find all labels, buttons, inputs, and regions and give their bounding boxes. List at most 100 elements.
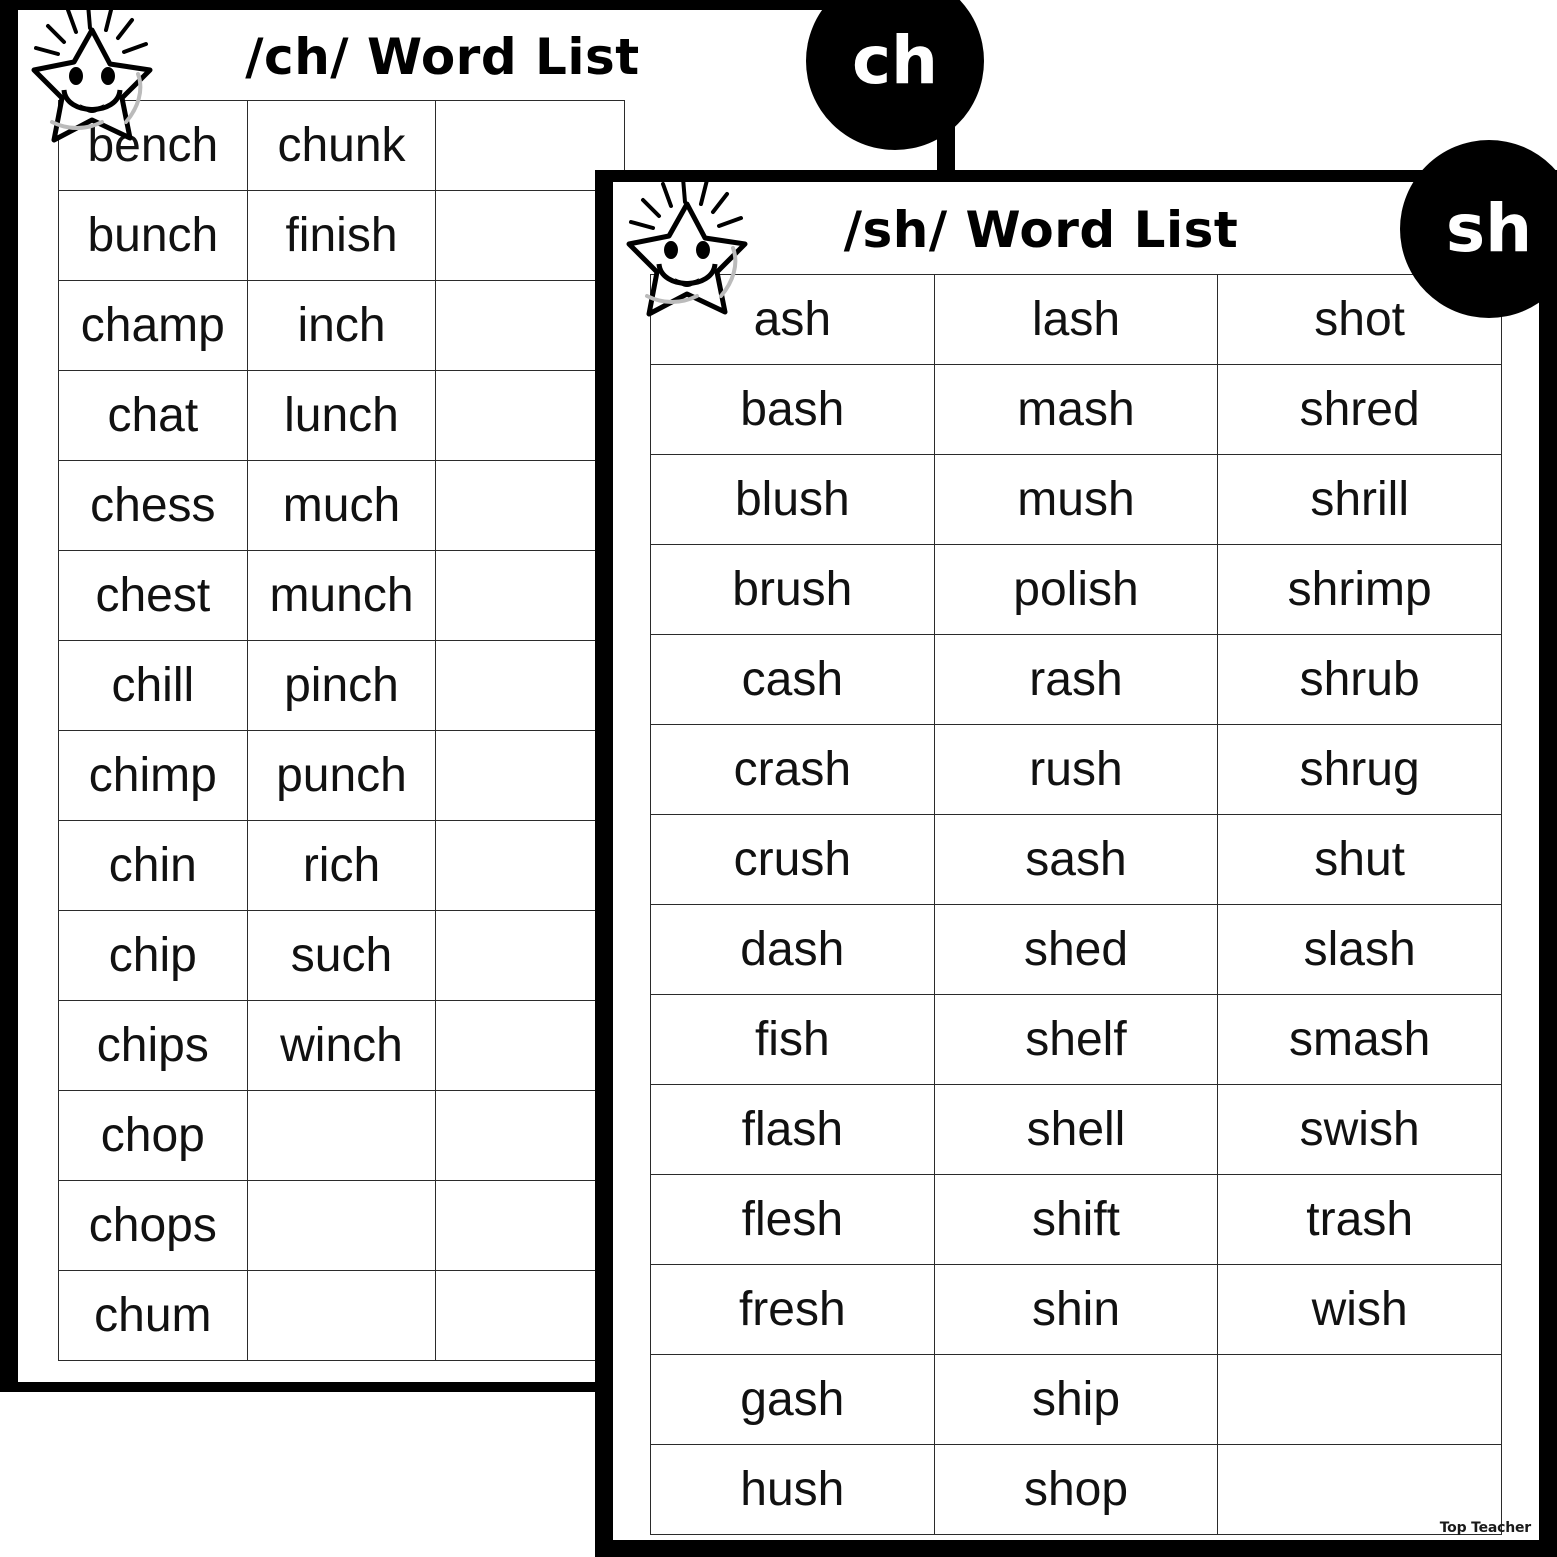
- empty-cell: [246, 1270, 437, 1361]
- word-cell: fish: [650, 994, 935, 1085]
- word-cell: lash: [933, 274, 1219, 365]
- word-cell: shed: [933, 904, 1219, 995]
- word-cell: shop: [933, 1444, 1219, 1535]
- word-cell: flesh: [650, 1174, 935, 1265]
- table-row: bunch finish: [58, 190, 625, 281]
- word-cell: munch: [246, 550, 437, 641]
- word-cell: winch: [246, 1000, 437, 1091]
- word-cell: blush: [650, 454, 935, 545]
- word-cell: chop: [58, 1090, 248, 1181]
- word-cell: champ: [58, 280, 248, 371]
- table-row: chum: [58, 1270, 625, 1361]
- word-cell: chunk: [246, 100, 437, 191]
- empty-cell: [246, 1180, 437, 1271]
- table-row: chill pinch: [58, 640, 625, 731]
- table-row: crash rush shrug: [650, 724, 1502, 815]
- word-cell: brush: [650, 544, 935, 635]
- word-cell: shrill: [1217, 454, 1502, 545]
- ch-badge-label: ch: [851, 22, 939, 99]
- table-row: chip such: [58, 910, 625, 1001]
- ch-word-table: bench chunk bunch finish champ inch chat lunch c…: [58, 100, 625, 1361]
- word-cell: cash: [650, 634, 935, 725]
- table-row: champ inch: [58, 280, 625, 371]
- word-cell: finish: [246, 190, 437, 281]
- table-row: crush sash shut: [650, 814, 1502, 905]
- word-cell: ship: [933, 1354, 1219, 1445]
- word-cell: chess: [58, 460, 248, 551]
- table-row: chop: [58, 1090, 625, 1181]
- word-cell: such: [246, 910, 437, 1001]
- word-cell: shrug: [1217, 724, 1502, 815]
- word-cell: chat: [58, 370, 248, 461]
- table-row: chin rich: [58, 820, 625, 911]
- empty-cell: [246, 1090, 437, 1181]
- ch-page-title: /ch/ Word List: [245, 28, 640, 86]
- word-cell: gash: [650, 1354, 935, 1445]
- word-cell: lunch: [246, 370, 437, 461]
- word-cell: swish: [1217, 1084, 1502, 1175]
- word-cell: rush: [933, 724, 1219, 815]
- word-cell: punch: [246, 730, 437, 821]
- word-cell: much: [246, 460, 437, 551]
- table-row: fish shelf smash: [650, 994, 1502, 1085]
- word-cell: bench: [58, 100, 248, 191]
- table-row: ash lash shot: [650, 274, 1502, 365]
- word-cell: shred: [1217, 364, 1502, 455]
- sh-badge-label: sh: [1445, 190, 1533, 267]
- word-cell: bunch: [58, 190, 248, 281]
- empty-cell: [1217, 1354, 1502, 1445]
- table-row: gash ship: [650, 1354, 1502, 1445]
- word-cell: crash: [650, 724, 935, 815]
- word-cell: pinch: [246, 640, 437, 731]
- table-row: flesh shift trash: [650, 1174, 1502, 1265]
- word-cell: chum: [58, 1270, 248, 1361]
- table-row: bench chunk: [58, 100, 625, 191]
- word-cell: rich: [246, 820, 437, 911]
- word-cell: trash: [1217, 1174, 1502, 1265]
- word-cell: chill: [58, 640, 248, 731]
- table-row: brush polish shrimp: [650, 544, 1502, 635]
- table-row: blush mush shrill: [650, 454, 1502, 545]
- word-cell: shelf: [933, 994, 1219, 1085]
- table-row: flash shell swish: [650, 1084, 1502, 1175]
- word-cell: shift: [933, 1174, 1219, 1265]
- word-cell: chimp: [58, 730, 248, 821]
- word-cell: sash: [933, 814, 1219, 905]
- word-cell: slash: [1217, 904, 1502, 995]
- sh-sheet-page: /sh/ Word List ash lash shot bash mash shred b…: [613, 182, 1539, 1540]
- word-cell: chip: [58, 910, 248, 1001]
- word-cell: ash: [650, 274, 935, 365]
- sh-word-list-sheet: /sh/ Word List ash lash shot bash mash shred b…: [595, 140, 1557, 1557]
- table-row: dash shed slash: [650, 904, 1502, 995]
- table-row: cash rash shrub: [650, 634, 1502, 725]
- word-cell: hush: [650, 1444, 935, 1535]
- table-row: hush shop: [650, 1444, 1502, 1535]
- word-cell: rash: [933, 634, 1219, 725]
- word-cell: fresh: [650, 1264, 935, 1355]
- table-row: chops: [58, 1180, 625, 1271]
- sh-page-title: /sh/ Word List: [843, 201, 1239, 259]
- sh-word-table: ash lash shot bash mash shred blush mush shrill b…: [650, 274, 1502, 1535]
- word-cell: chin: [58, 820, 248, 911]
- table-row: chimp punch: [58, 730, 625, 821]
- word-cell: shrub: [1217, 634, 1502, 725]
- word-cell: chest: [58, 550, 248, 641]
- table-row: bash mash shred: [650, 364, 1502, 455]
- word-cell: bash: [650, 364, 935, 455]
- word-cell: smash: [1217, 994, 1502, 1085]
- word-cell: shrimp: [1217, 544, 1502, 635]
- table-row: chips winch: [58, 1000, 625, 1091]
- word-cell: wish: [1217, 1264, 1502, 1355]
- word-cell: dash: [650, 904, 935, 995]
- table-row: chest munch: [58, 550, 625, 641]
- word-cell: polish: [933, 544, 1219, 635]
- word-cell: crush: [650, 814, 935, 905]
- table-row: fresh shin wish: [650, 1264, 1502, 1355]
- word-cell: chops: [58, 1180, 248, 1271]
- ch-title-bar: /ch/ Word List: [18, 18, 937, 96]
- word-cell: shin: [933, 1264, 1219, 1355]
- word-cell: shell: [933, 1084, 1219, 1175]
- word-cell: mash: [933, 364, 1219, 455]
- word-cell: inch: [246, 280, 437, 371]
- word-cell: shut: [1217, 814, 1502, 905]
